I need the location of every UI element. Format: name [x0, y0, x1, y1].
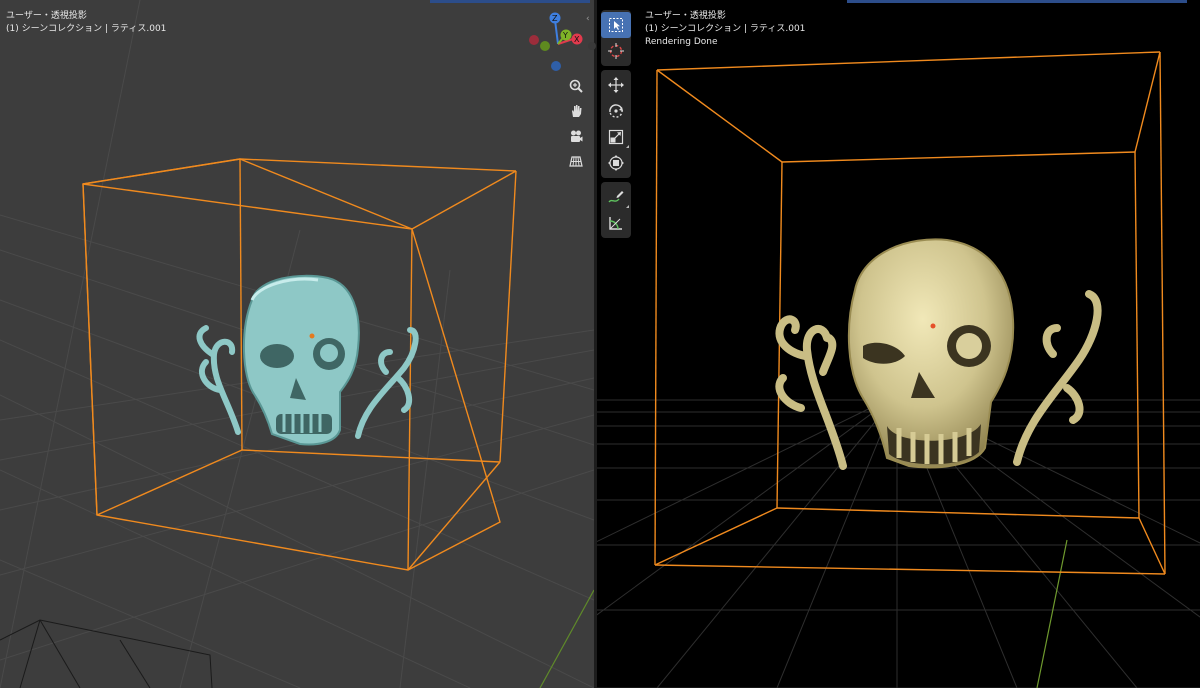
right-ornament[interactable]	[355, 327, 419, 439]
measure-tool[interactable]	[601, 210, 631, 236]
cursor-icon	[608, 43, 624, 59]
right-ornament[interactable]	[1013, 290, 1102, 466]
tool-shelf	[601, 10, 631, 242]
collection-name: (1) シーンコレクション | ラティス.001	[6, 24, 167, 34]
collapse-arrow-icon[interactable]: ‹	[586, 14, 590, 24]
zoom-button[interactable]	[564, 74, 588, 97]
pan-hand-icon	[572, 104, 582, 117]
view-name: ユーザー・透視投影	[645, 11, 726, 21]
cursor-tool[interactable]	[601, 38, 631, 64]
left-ornament[interactable]	[196, 325, 241, 435]
scene-rendered[interactable]	[597, 0, 1200, 688]
move-tool[interactable]	[601, 72, 631, 98]
y-axis-line	[539, 589, 594, 688]
gizmo-neg-z-handle[interactable]	[551, 61, 561, 71]
view-name: ユーザー・透視投影	[6, 11, 87, 21]
camera-view-button[interactable]	[564, 124, 588, 147]
move-icon	[608, 77, 624, 93]
scale-icon	[608, 129, 624, 145]
transform-tool[interactable]	[601, 150, 631, 176]
gizmo-neg-y-handle[interactable]	[540, 41, 550, 51]
side-panel-toggle-icon[interactable]	[588, 42, 596, 50]
tool-group-transform	[601, 70, 631, 178]
camera-icon	[571, 130, 583, 142]
annotate-tool[interactable]	[601, 184, 631, 210]
viewport-info: ユーザー・透視投影 (1) シーンコレクション | ラティス.001 Rende…	[645, 10, 805, 49]
navigation-buttons	[564, 74, 588, 174]
y-axis-line	[1036, 539, 1068, 688]
scene-solid[interactable]: Z X Y	[0, 0, 594, 688]
select-box-icon	[609, 18, 623, 32]
viewport-rendered[interactable]: ユーザー・透視投影 (1) シーンコレクション | ラティス.001 Rende…	[597, 0, 1200, 688]
gizmo-x-label: X	[574, 35, 580, 44]
tool-group-annotate	[601, 182, 631, 238]
skull-object[interactable]	[243, 274, 360, 446]
zoom-icon	[569, 79, 583, 93]
gizmo-z-label: Z	[552, 14, 558, 23]
rotate-icon	[609, 104, 623, 118]
pan-button[interactable]	[564, 99, 588, 122]
projection-toggle-button[interactable]	[564, 149, 588, 172]
skull-object[interactable]	[847, 238, 1015, 469]
navigation-gizmo[interactable]: Z X Y	[529, 12, 583, 72]
rotate-tool[interactable]	[601, 98, 631, 124]
render-status: Rendering Done	[645, 37, 718, 47]
gizmo-neg-x-handle[interactable]	[529, 35, 539, 45]
annotate-icon	[608, 191, 624, 203]
grid-icon	[569, 155, 583, 167]
gizmo-y-label: Y	[562, 31, 568, 40]
scale-tool[interactable]	[601, 124, 631, 150]
collection-name: (1) シーンコレクション | ラティス.001	[645, 24, 806, 34]
transform-icon	[608, 155, 624, 171]
tool-group-select	[601, 10, 631, 66]
select-box-tool[interactable]	[601, 12, 631, 38]
measure-icon	[609, 217, 622, 230]
viewport-info: ユーザー・透視投影 (1) シーンコレクション | ラティス.001	[6, 10, 166, 36]
background-mesh	[0, 619, 213, 688]
viewport-solid[interactable]: Z X Y ユーザー・透視投影 (1) シーンコレクション | ラティス.001…	[0, 0, 594, 688]
